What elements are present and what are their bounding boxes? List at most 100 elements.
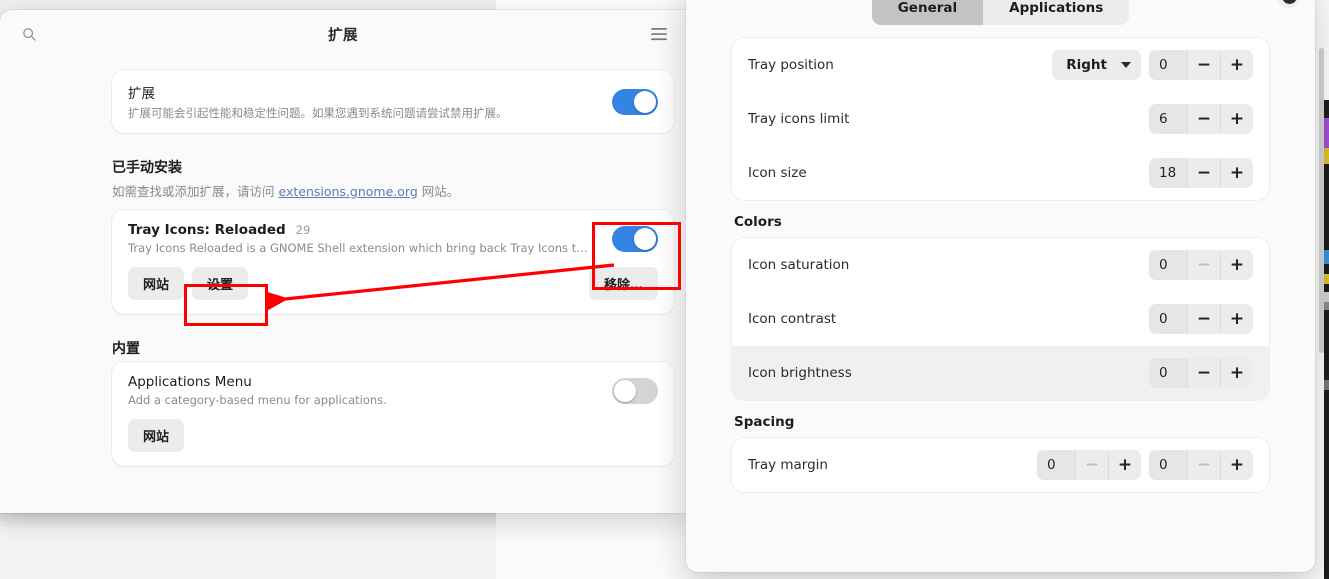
tray-margin-row: Tray margin 0 − + 0 − +	[732, 438, 1269, 492]
tray-icons-remove-button[interactable]: 移除…	[588, 267, 658, 300]
prefs-tab-group: General Applications	[871, 0, 1130, 25]
spacing-settings-group: Tray margin 0 − + 0 − +	[732, 438, 1269, 492]
close-window-button[interactable]: ✕	[1277, 0, 1301, 8]
icon-brightness-decrement-button[interactable]: −	[1187, 358, 1220, 388]
hamburger-menu-icon	[651, 28, 667, 41]
tray-position-value-field[interactable]: 0	[1149, 50, 1187, 80]
main-menu-button[interactable]	[644, 19, 674, 49]
icon-size-increment-button[interactable]: +	[1220, 158, 1253, 188]
icon-saturation-row: Icon saturation 0 − +	[732, 238, 1269, 292]
prefs-content: Tray position Right 0 − + Tray icons lim…	[686, 38, 1315, 492]
applications-menu-card: Applications Menu Add a category-based m…	[112, 362, 674, 466]
icon-brightness-value-field[interactable]: 0	[1149, 358, 1187, 388]
icon-brightness-label: Icon brightness	[748, 365, 852, 381]
tray-icons-toggle[interactable]	[612, 225, 658, 252]
icon-saturation-increment-button[interactable]: +	[1220, 250, 1253, 280]
tray-margin-value-field-1[interactable]: 0	[1037, 450, 1075, 480]
tray-icons-preferences-window: General Applications ✕ Tray position Rig…	[686, 0, 1315, 572]
prefs-headerbar: General Applications ✕	[686, 0, 1315, 38]
colors-section-heading: Colors	[734, 214, 782, 230]
tray-margin-label: Tray margin	[748, 457, 828, 473]
tray-position-spinner: 0 − +	[1149, 50, 1253, 80]
icon-saturation-spinner: 0 − +	[1149, 250, 1253, 280]
tray-icons-description: Tray Icons Reloaded is a GNOME Shell ext…	[128, 241, 588, 255]
icon-brightness-row: Icon brightness 0 − +	[732, 346, 1269, 400]
colors-settings-group: Icon saturation 0 − + Icon contrast 0 − …	[732, 238, 1269, 400]
tray-position-value: Right	[1066, 57, 1107, 73]
manual-section-heading: 已手动安装	[112, 160, 182, 176]
tray-margin-decrement-button-1: −	[1075, 450, 1108, 480]
extensions-gnome-org-link[interactable]: extensions.gnome.org	[278, 184, 417, 199]
manual-desc-after: 网站。	[417, 184, 460, 199]
tray-margin-spinner-2: 0 − +	[1149, 450, 1253, 480]
icon-brightness-increment-button[interactable]: +	[1220, 358, 1253, 388]
icon-contrast-label: Icon contrast	[748, 311, 837, 327]
icon-size-label: Icon size	[748, 165, 807, 181]
extensions-scroll-area[interactable]: 扩展 扩展可能会引起性能和稳定性问题。如果您遇到系统问题请尝试禁用扩展。 已手动…	[0, 58, 686, 513]
tray-icons-limit-label: Tray icons limit	[748, 111, 850, 127]
tray-icons-limit-increment-button[interactable]: +	[1220, 104, 1253, 134]
toggle-knob	[634, 227, 656, 250]
background-app-strip	[1324, 100, 1329, 579]
tray-margin-increment-button-2[interactable]: +	[1220, 450, 1253, 480]
applications-menu-row: Applications Menu Add a category-based m…	[112, 362, 674, 419]
chevron-down-icon	[1121, 62, 1131, 68]
global-extensions-title: 扩展	[128, 86, 155, 102]
applications-menu-website-button[interactable]: 网站	[128, 419, 185, 452]
general-settings-group: Tray position Right 0 − + Tray icons lim…	[732, 38, 1269, 200]
builtin-section-heading: 内置	[112, 341, 140, 357]
tray-position-increment-button[interactable]: +	[1220, 50, 1253, 80]
tray-icons-website-button[interactable]: 网站	[128, 267, 185, 300]
tray-position-row: Tray position Right 0 − +	[732, 38, 1269, 92]
tray-margin-increment-button-1[interactable]: +	[1108, 450, 1141, 480]
global-extensions-row: 扩展 扩展可能会引起性能和稳定性问题。如果您遇到系统问题请尝试禁用扩展。	[112, 70, 674, 133]
icon-saturation-decrement-button: −	[1187, 250, 1220, 280]
icon-saturation-value-field[interactable]: 0	[1149, 250, 1187, 280]
toggle-knob	[634, 90, 656, 113]
tray-icons-limit-spinner: 6 − +	[1149, 104, 1253, 134]
icon-contrast-row: Icon contrast 0 − +	[732, 292, 1269, 346]
icon-contrast-value-field[interactable]: 0	[1149, 304, 1187, 334]
close-icon: ✕	[1281, 0, 1297, 4]
icon-size-spinner: 18 − +	[1149, 158, 1253, 188]
tray-icons-limit-row: Tray icons limit 6 − +	[732, 92, 1269, 146]
desktop-root: 扩展 扩展 扩展可能会引起性能和稳定性问题。如果您遇到系统问题请尝试禁用扩展。	[0, 0, 1329, 579]
manual-desc-before: 如需查找或添加扩展，请访问	[112, 184, 279, 199]
tab-applications[interactable]: Applications	[983, 0, 1130, 25]
icon-contrast-increment-button[interactable]: +	[1220, 304, 1253, 334]
tray-icons-button-row: 网站 设置 移除…	[112, 267, 674, 314]
tray-margin-decrement-button-2: −	[1187, 450, 1220, 480]
icon-contrast-decrement-button[interactable]: −	[1187, 304, 1220, 334]
applications-menu-description: Add a category-based menu for applicatio…	[128, 393, 387, 407]
icon-size-row: Icon size 18 − +	[732, 146, 1269, 200]
tray-icons-name: Tray Icons: Reloaded	[128, 222, 286, 238]
tray-margin-spinner-1: 0 − +	[1037, 450, 1141, 480]
tray-position-dropdown[interactable]: Right	[1052, 50, 1141, 80]
tray-icons-limit-value-field[interactable]: 6	[1149, 104, 1187, 134]
applications-menu-name: Applications Menu	[128, 374, 252, 390]
global-extensions-subtitle: 扩展可能会引起性能和稳定性问题。如果您遇到系统问题请尝试禁用扩展。	[128, 106, 508, 120]
applications-menu-toggle[interactable]	[612, 377, 658, 404]
extensions-window: 扩展 扩展 扩展可能会引起性能和稳定性问题。如果您遇到系统问题请尝试禁用扩展。	[0, 10, 686, 513]
extensions-headerbar: 扩展	[0, 10, 686, 58]
icon-size-value-field[interactable]: 18	[1149, 158, 1187, 188]
tray-margin-value-field-2[interactable]: 0	[1149, 450, 1187, 480]
icon-size-decrement-button[interactable]: −	[1187, 158, 1220, 188]
search-icon	[22, 27, 36, 41]
tray-icons-limit-decrement-button[interactable]: −	[1187, 104, 1220, 134]
spacing-section-heading: Spacing	[734, 414, 795, 430]
icon-contrast-spinner: 0 − +	[1149, 304, 1253, 334]
tab-general[interactable]: General	[871, 0, 984, 25]
tray-icons-count: 29	[295, 223, 311, 237]
tray-icons-row: Tray Icons: Reloaded 29 Tray Icons Reloa…	[112, 210, 674, 267]
search-button[interactable]	[14, 19, 44, 49]
applications-menu-button-row: 网站	[112, 419, 674, 466]
tray-position-decrement-button[interactable]: −	[1187, 50, 1220, 80]
icon-saturation-label: Icon saturation	[748, 257, 850, 273]
toggle-knob	[614, 379, 636, 402]
window-title: 扩展	[328, 27, 358, 44]
tray-position-label: Tray position	[748, 57, 834, 73]
global-extensions-card: 扩展 扩展可能会引起性能和稳定性问题。如果您遇到系统问题请尝试禁用扩展。	[112, 70, 674, 133]
global-extensions-toggle[interactable]	[612, 88, 658, 115]
tray-icons-settings-button[interactable]: 设置	[192, 267, 249, 300]
